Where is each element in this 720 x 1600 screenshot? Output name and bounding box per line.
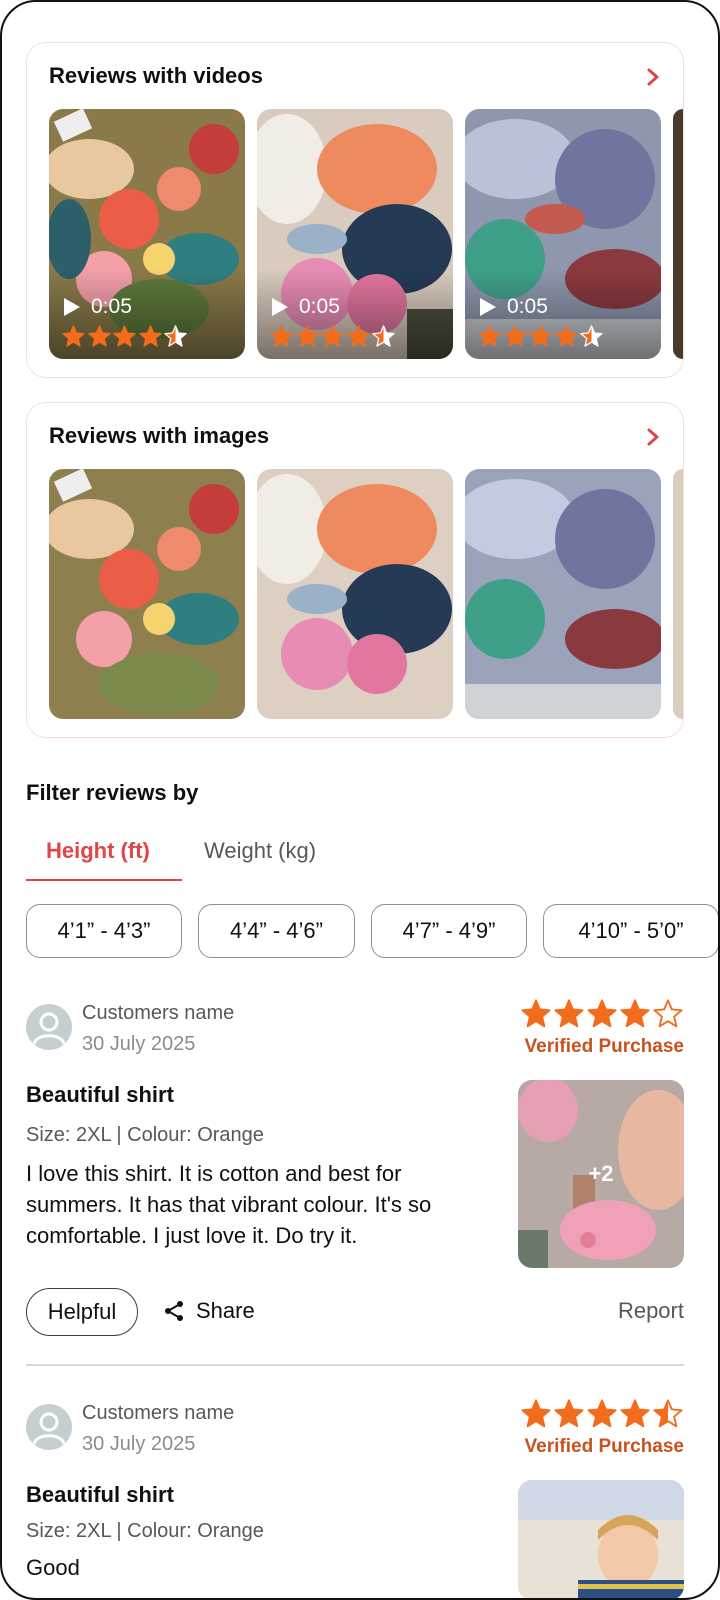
star-icon (164, 325, 187, 347)
review-card: Customers name 30 July 2025 Verified Pur… (26, 1399, 684, 1598)
star-icon (529, 325, 552, 347)
customer-name: Customers name (82, 1402, 235, 1424)
star-icon (346, 325, 370, 347)
tab-weight[interactable]: Weight (kg) (204, 838, 316, 864)
review-title: Beautiful shirt (26, 1082, 174, 1107)
star-icon (87, 325, 111, 347)
star-icon (113, 325, 136, 347)
avatar-icon (26, 1004, 72, 1050)
video-rating-stars (477, 324, 605, 349)
review-rating-stars (519, 1398, 684, 1430)
star-icon (554, 325, 578, 347)
avatar-icon (26, 1404, 72, 1450)
star-icon (653, 999, 683, 1028)
share-icon (165, 1301, 183, 1321)
fabric-photo (465, 469, 661, 719)
reviews-with-images-card: Reviews with images (26, 402, 684, 738)
more-images-count: +2 (588, 1161, 614, 1186)
fabric-photo (49, 469, 245, 719)
image-thumbnail-partial[interactable] (673, 469, 683, 719)
video-rating-stars (269, 324, 397, 349)
active-tab-indicator (26, 879, 182, 881)
height-chip[interactable]: 4’10” - 5’0” (543, 904, 718, 958)
star-icon (554, 1399, 584, 1428)
star-icon (503, 325, 527, 347)
phone-screen: Reviews with videos 0:05 0:05 0:05 Revie… (0, 0, 720, 1600)
filter-title: Filter reviews by (26, 780, 199, 805)
star-icon (620, 1399, 650, 1428)
review-variant: Size: 2XL | Colour: Orange (26, 1520, 264, 1542)
review-image[interactable] (518, 1480, 684, 1598)
review-body: I love this shirt. It is cotton and best… (26, 1161, 432, 1248)
video-thumbnail[interactable]: 0:05 (257, 109, 453, 359)
review-image[interactable]: +2 (518, 1080, 684, 1268)
video-thumbnail[interactable]: 0:05 (49, 109, 245, 359)
star-icon (321, 325, 344, 347)
star-icon (620, 999, 650, 1028)
chevron-right-icon[interactable] (645, 67, 661, 87)
star-icon (372, 325, 395, 347)
image-thumbnail[interactable] (257, 469, 453, 719)
review-variant: Size: 2XL | Colour: Orange (26, 1124, 264, 1146)
image-thumbnail[interactable] (465, 469, 661, 719)
share-label: Share (196, 1298, 255, 1323)
images-section-title: Reviews with images (49, 423, 270, 448)
review-rating-stars (519, 998, 684, 1030)
customer-name: Customers name (82, 1002, 235, 1024)
verified-purchase-badge: Verified Purchase (524, 1436, 684, 1457)
filter-tabs: Height (ft) Weight (kg) (26, 838, 706, 882)
reviews-with-videos-card: Reviews with videos 0:05 0:05 0:05 (26, 42, 684, 378)
video-thumbnail-partial[interactable] (673, 109, 683, 359)
star-icon (587, 1399, 617, 1428)
review-card: Customers name 30 July 2025 Verified Pur… (26, 999, 684, 1344)
star-icon (295, 325, 319, 347)
video-rating-stars (61, 324, 189, 349)
video-thumbnail[interactable]: 0:05 (465, 109, 661, 359)
height-chip[interactable]: 4’1” - 4’3” (26, 904, 182, 958)
star-icon (580, 325, 603, 347)
play-icon (480, 298, 496, 316)
height-chip[interactable]: 4’7” - 4’9” (371, 904, 527, 958)
review-body: Good (26, 1555, 80, 1580)
video-duration: 0:05 (299, 295, 340, 318)
star-icon (653, 1399, 683, 1428)
star-icon (478, 325, 501, 347)
star-icon (587, 999, 617, 1028)
play-icon (272, 298, 288, 316)
review-date: 30 July 2025 (82, 1433, 196, 1455)
helpful-button[interactable]: Helpful (26, 1288, 138, 1336)
review-date: 30 July 2025 (82, 1033, 196, 1055)
star-icon (270, 325, 293, 347)
star-icon (554, 999, 584, 1028)
height-chip[interactable]: 4’4” - 4’6” (198, 904, 355, 958)
video-duration: 0:05 (91, 295, 132, 318)
video-thumbnail-row: 0:05 0:05 0:05 (49, 109, 683, 359)
chevron-right-icon[interactable] (645, 427, 661, 447)
review-title: Beautiful shirt (26, 1482, 174, 1507)
share-button[interactable]: Share (162, 1298, 255, 1324)
videos-section-title: Reviews with videos (49, 63, 263, 88)
image-thumbnail[interactable] (49, 469, 245, 719)
video-duration: 0:05 (507, 295, 548, 318)
play-icon (64, 298, 80, 316)
height-filter-chips: 4’1” - 4’3” 4’4” - 4’6” 4’7” - 4’9” 4’10… (26, 904, 718, 960)
review-divider (26, 1364, 684, 1366)
fabric-photo (257, 469, 453, 719)
report-link[interactable]: Report (618, 1298, 684, 1324)
star-icon (62, 325, 85, 347)
star-icon (521, 999, 551, 1028)
star-icon (521, 1399, 551, 1428)
child-photo (518, 1480, 684, 1598)
tab-height[interactable]: Height (ft) (46, 838, 150, 864)
star-icon (138, 325, 162, 347)
verified-purchase-badge: Verified Purchase (524, 1036, 684, 1057)
image-thumbnail-row (49, 469, 683, 719)
